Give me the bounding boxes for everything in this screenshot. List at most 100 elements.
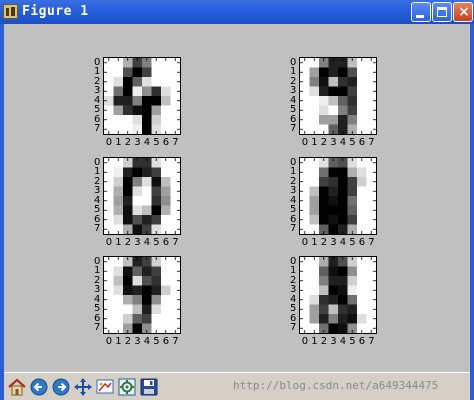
x-tick-label: 4 <box>143 137 151 148</box>
image-pixel <box>132 115 143 125</box>
app-icon[interactable] <box>3 4 18 19</box>
image-pixel <box>161 205 171 216</box>
image-pixel <box>338 314 348 324</box>
image-pixel <box>123 205 133 216</box>
image-pixel <box>132 196 143 206</box>
digit-subplot-6[interactable] <box>299 256 377 334</box>
x-tick-label: 0 <box>105 137 113 148</box>
arrow-left-icon <box>30 378 48 396</box>
image-pixel <box>151 186 162 197</box>
digit-subplot-3[interactable] <box>103 157 181 235</box>
image-pixel <box>338 167 348 178</box>
image-pixel <box>347 177 358 187</box>
image-pixel <box>357 285 367 296</box>
image-pixel <box>357 196 367 206</box>
image-pixel <box>132 304 143 315</box>
x-tick-label: 7 <box>172 237 179 248</box>
digit-subplot-1[interactable] <box>103 57 181 135</box>
x-tick-label: 5 <box>349 137 356 148</box>
image-pixel <box>161 105 171 116</box>
home-button[interactable] <box>7 377 27 397</box>
image-pixel <box>347 96 358 106</box>
digit-subplot-2[interactable] <box>299 57 377 135</box>
image-pixel <box>319 304 329 315</box>
image-pixel <box>357 105 367 116</box>
x-tick-label: 0 <box>105 237 113 248</box>
pan-button[interactable] <box>73 377 93 397</box>
image-pixel <box>347 196 358 206</box>
image-pixel <box>142 115 152 125</box>
image-pixel <box>142 205 152 216</box>
image-pixel <box>151 205 162 216</box>
image-pixel <box>328 196 339 206</box>
window-frame-right <box>470 24 474 400</box>
image-pixel <box>338 266 348 277</box>
image-pixel <box>319 86 329 97</box>
image-pixel <box>151 266 162 277</box>
image-pixel <box>142 276 152 286</box>
image-pixel <box>132 77 143 87</box>
minimize-icon <box>416 15 424 18</box>
digit-subplot-5[interactable] <box>103 256 181 334</box>
close-button[interactable]: × <box>453 2 473 22</box>
image-pixel <box>113 266 124 277</box>
image-pixel <box>132 177 143 187</box>
x-tick-label: 4 <box>339 137 347 148</box>
image-pixel <box>319 77 329 87</box>
image-pixel <box>123 115 133 125</box>
image-pixel <box>309 266 320 277</box>
subplots-button[interactable] <box>117 377 137 397</box>
y-tick-label: 7 <box>290 123 297 135</box>
image-pixel <box>319 186 329 197</box>
image-pixel <box>328 67 339 78</box>
y-tick-label: 7 <box>290 223 297 235</box>
image-pixel <box>309 96 320 106</box>
image-pixel <box>151 96 162 106</box>
forward-button[interactable] <box>51 377 71 397</box>
home-icon <box>8 378 26 396</box>
image-pixel <box>161 266 171 277</box>
x-tick-label: 7 <box>368 137 375 148</box>
image-pixel <box>123 276 133 286</box>
image-pixel <box>328 96 339 106</box>
image-pixel <box>132 167 143 178</box>
image-pixel <box>309 215 320 225</box>
image-pixel <box>319 295 329 305</box>
maximize-button[interactable] <box>432 2 452 22</box>
figure-canvas[interactable]: 0123456701234567012345670123456701234567… <box>4 24 470 372</box>
image-pixel <box>319 167 329 178</box>
x-tick-label: 4 <box>143 336 151 347</box>
image-pixel <box>113 205 124 216</box>
x-tick-label: 3 <box>330 336 337 347</box>
image-pixel <box>161 215 171 225</box>
image-pixel <box>123 186 133 197</box>
image-pixel <box>123 77 133 87</box>
image-pixel <box>347 304 358 315</box>
save-button[interactable] <box>139 377 159 397</box>
image-pixel <box>338 86 348 97</box>
image-pixel <box>113 77 124 87</box>
image-pixel <box>142 86 152 97</box>
image-pixel <box>151 295 162 305</box>
image-pixel <box>309 285 320 296</box>
image-pixel <box>319 196 329 206</box>
image-pixel <box>328 167 339 178</box>
x-tick-label: 7 <box>172 137 179 148</box>
image-pixel <box>142 266 152 277</box>
image-pixel <box>357 77 367 87</box>
image-pixel <box>347 215 358 225</box>
image-pixel <box>123 105 133 116</box>
title-bar[interactable]: Figure 1 × <box>0 0 474 24</box>
image-pixel <box>132 285 143 296</box>
image-pixel <box>309 304 320 315</box>
zoom-button[interactable] <box>95 377 115 397</box>
digit-subplot-4[interactable] <box>299 157 377 235</box>
image-pixel <box>123 295 133 305</box>
x-tick-label: 1 <box>311 137 318 148</box>
image-pixel <box>123 215 133 225</box>
image-pixel <box>142 285 152 296</box>
back-button[interactable] <box>29 377 49 397</box>
minimize-button[interactable] <box>411 2 431 22</box>
image-pixel <box>328 266 339 277</box>
image-pixel <box>132 186 143 197</box>
